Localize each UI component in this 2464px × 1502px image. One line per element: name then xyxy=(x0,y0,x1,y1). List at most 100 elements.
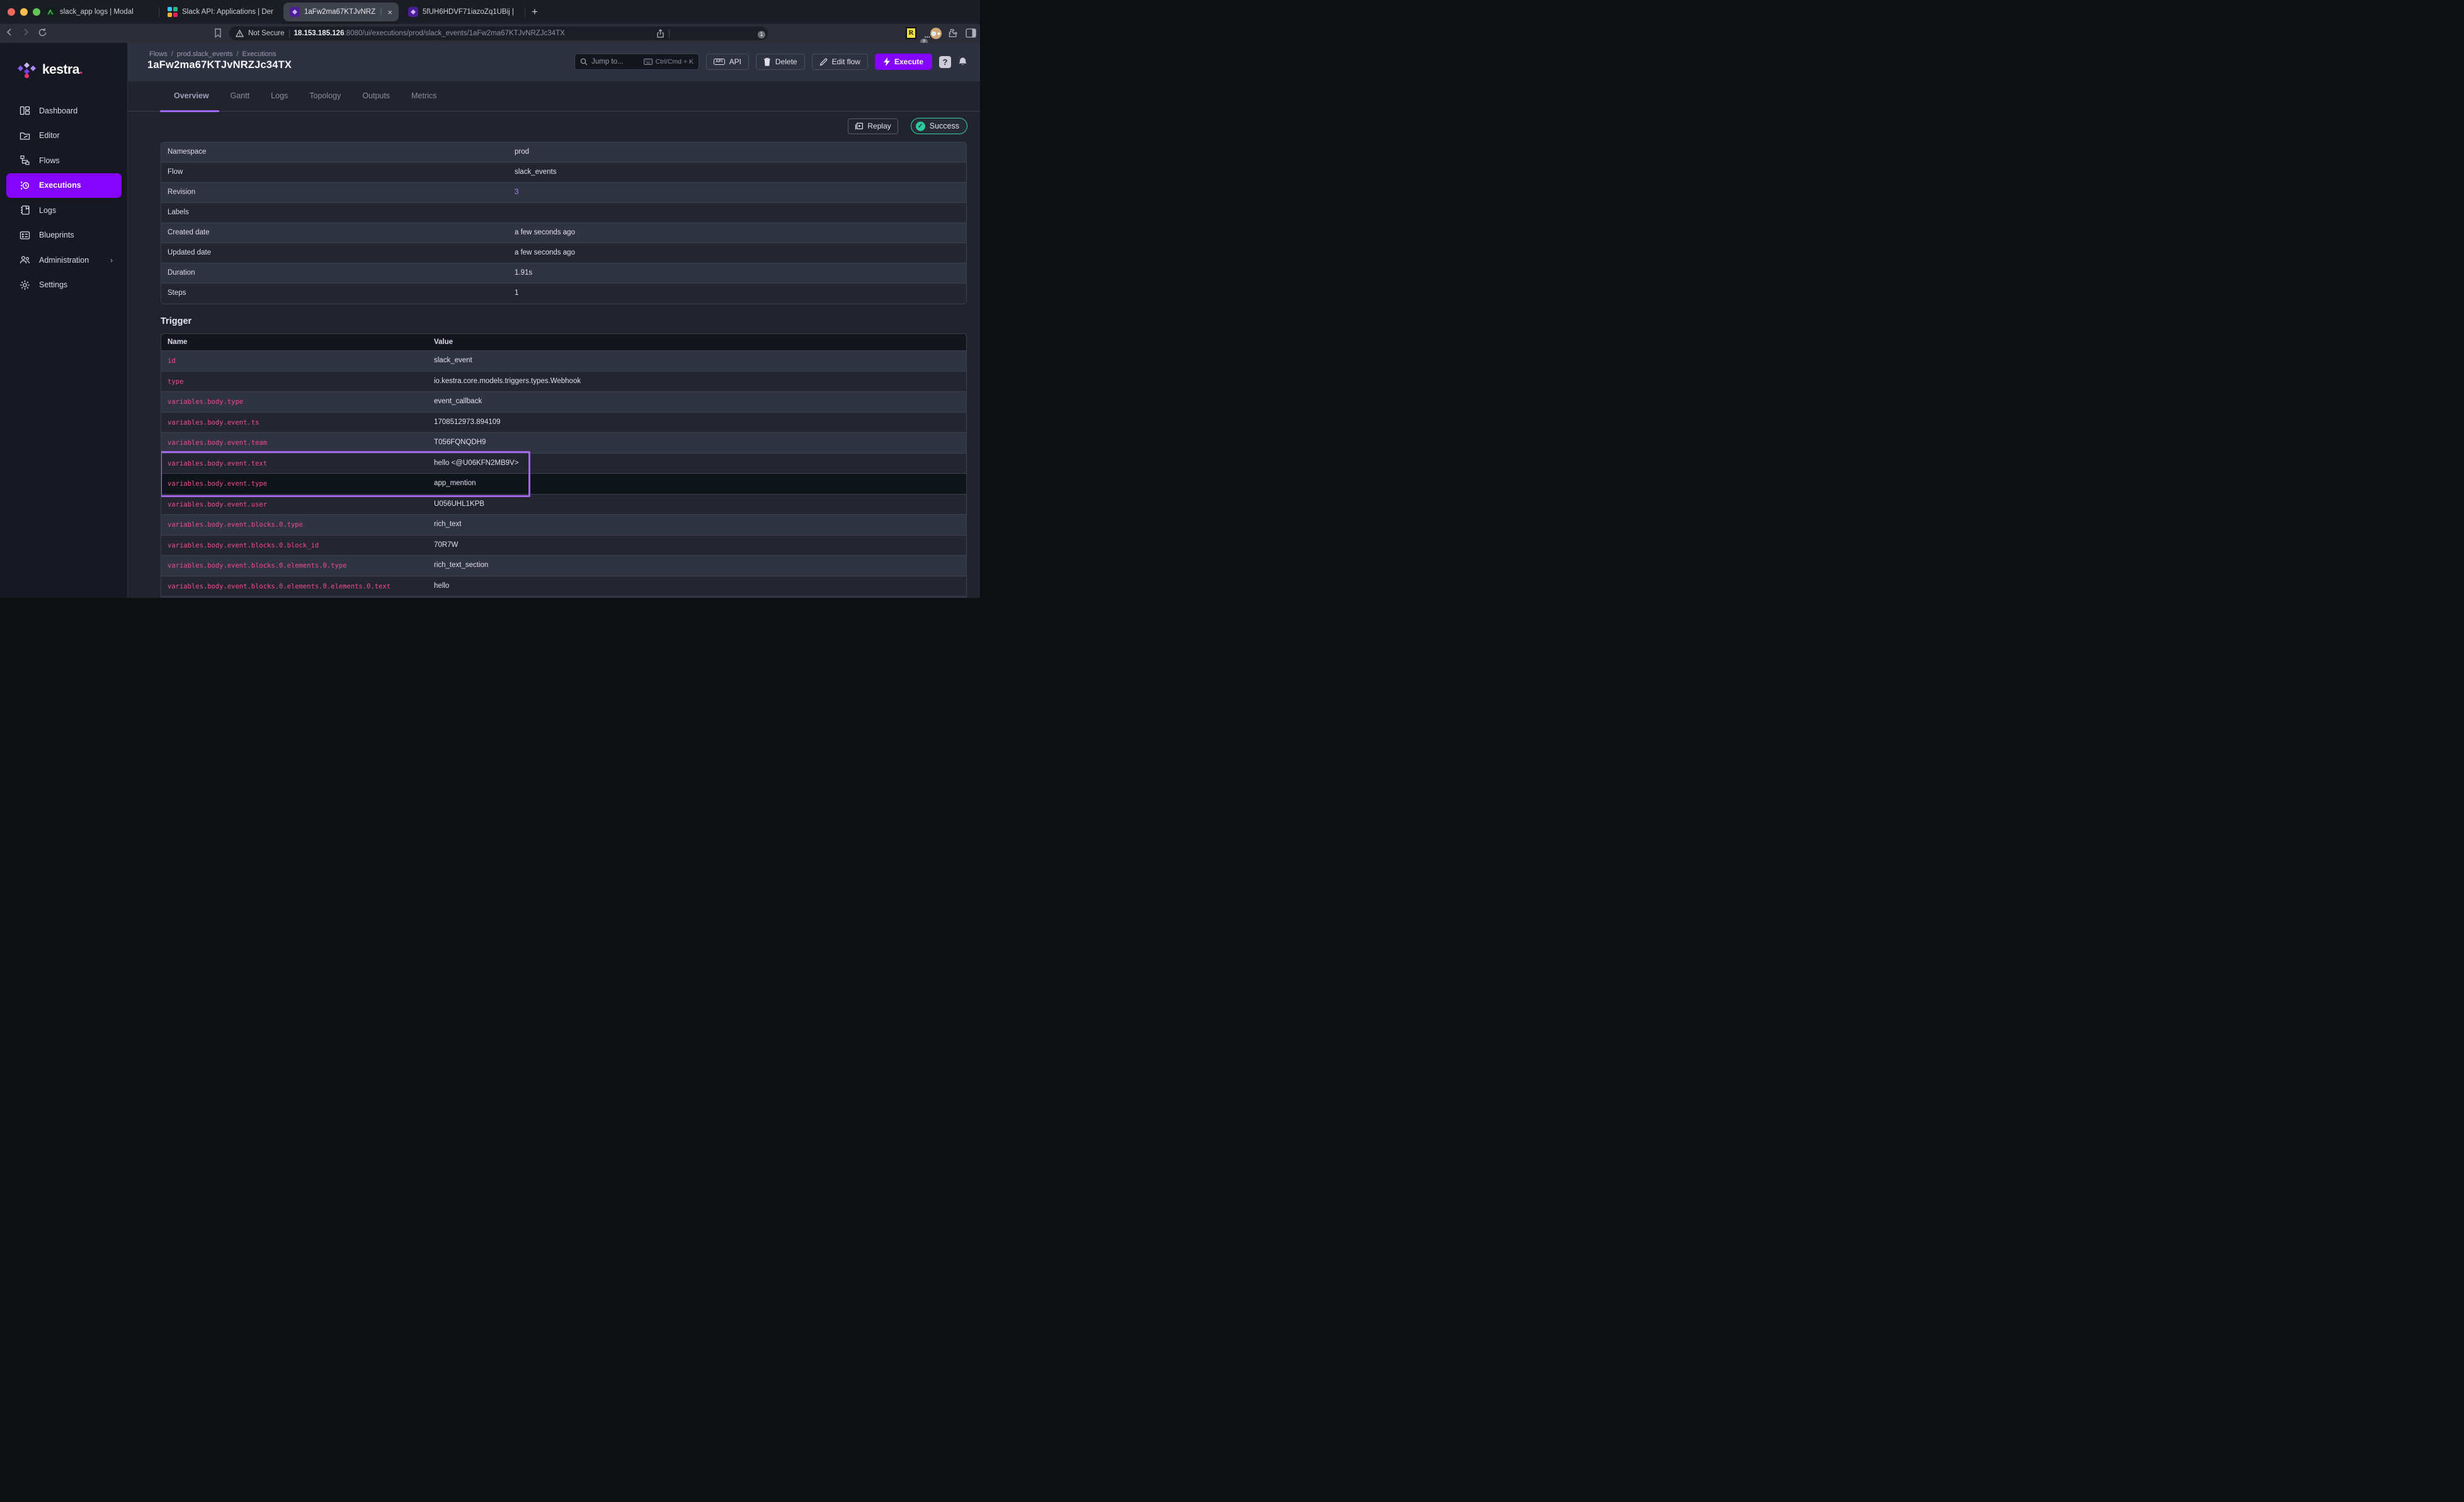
execute-button[interactable]: Execute xyxy=(875,54,932,70)
execution-tabstrip: Overview Gantt Logs Topology Outputs Met… xyxy=(128,81,980,112)
table-row[interactable]: variables.body.event.blocks.0.elements.0… xyxy=(161,556,966,576)
bell-icon[interactable] xyxy=(958,57,967,67)
sidebar-item-label: Administration xyxy=(39,256,89,265)
url-bar[interactable]: Not Secure 18.153.185.126:8080/ui/execut… xyxy=(229,26,768,40)
table-row[interactable]: Flowslack_events xyxy=(161,163,966,183)
tab-overview[interactable]: Overview xyxy=(174,91,209,100)
browser-tab-slack-api[interactable]: Slack API: Applications | Demos S xyxy=(161,3,280,21)
table-row[interactable]: Labels xyxy=(161,203,966,223)
browser-tab-modal[interactable]: slack_app logs | Modal xyxy=(39,3,157,21)
sidebar-toggle-icon[interactable] xyxy=(966,28,976,38)
extension-r-icon[interactable]: R xyxy=(906,27,916,39)
browser-tab-kestra-flow[interactable]: 5fUH6HDVF71iazoZq1UBij | Kestra xyxy=(402,3,523,21)
kestra-favicon xyxy=(290,7,300,17)
breadcrumb-flows[interactable]: Flows xyxy=(149,50,168,58)
not-secure-warning-icon xyxy=(236,30,244,37)
sidebar-item-label: Editor xyxy=(39,131,60,140)
tab-close-icon[interactable]: × xyxy=(386,8,392,17)
table-row[interactable]: idslack_event xyxy=(161,351,966,372)
browser-tab-title: Slack API: Applications | Demos S xyxy=(182,8,273,16)
window-minimize-button[interactable] xyxy=(20,8,28,16)
kestra-logo-icon xyxy=(18,62,37,78)
extensions-cluster: R 2 xyxy=(906,27,976,39)
url-separator xyxy=(289,30,290,38)
kestra-favicon xyxy=(408,7,418,17)
browser-toolbar: Not Secure 18.153.185.126:8080/ui/execut… xyxy=(0,24,980,43)
sidebar-item-blueprints[interactable]: Blueprints xyxy=(0,223,128,248)
executions-icon xyxy=(20,180,30,191)
gear-icon xyxy=(20,280,30,290)
api-button[interactable]: API API xyxy=(706,54,749,70)
delete-button[interactable]: Delete xyxy=(756,54,805,70)
sidebar-item-label: Settings xyxy=(39,280,67,289)
table-row[interactable]: variables.body.event.blocks.0.typerich_t… xyxy=(161,515,966,536)
breadcrumb-executions[interactable]: Executions xyxy=(242,50,277,58)
table-row[interactable]: Duration1.91s xyxy=(161,263,966,284)
table-row[interactable]: Steps1 xyxy=(161,284,966,304)
sidebar-item-editor[interactable]: Editor xyxy=(0,123,128,149)
forward-icon[interactable] xyxy=(21,28,30,37)
share-icon[interactable] xyxy=(656,29,664,38)
table-row[interactable]: variables.body.event.blocks.0.elements.0… xyxy=(161,576,966,597)
sidebar-item-settings[interactable]: Settings xyxy=(0,273,128,298)
kestra-logo[interactable]: kestra. xyxy=(18,62,83,78)
tab-metrics[interactable]: Metrics xyxy=(411,91,436,100)
chevron-right-icon: › xyxy=(110,256,113,265)
extensions-puzzle-icon[interactable] xyxy=(949,28,959,38)
table-row[interactable]: typeio.kestra.core.models.triggers.types… xyxy=(161,372,966,393)
new-tab-button[interactable]: + xyxy=(528,5,542,19)
browser-tab-title: slack_app logs | Modal xyxy=(60,8,134,16)
shortcut-label: Ctrl/Cmd + K xyxy=(656,58,693,66)
table-row-event-type[interactable]: variables.body.event.typeapp_mention xyxy=(161,474,966,495)
tab-outputs[interactable]: Outputs xyxy=(362,91,390,100)
sidebar-nav: Dashboard Editor Flows Executions Logs xyxy=(0,98,128,297)
reload-icon[interactable] xyxy=(38,28,47,37)
sidebar: kestra. Dashboard Editor Flows Executio xyxy=(0,43,128,598)
administration-icon xyxy=(20,255,30,265)
logo-dot: . xyxy=(79,62,83,77)
table-row[interactable]: variables.body.event.teamT056FQNQDH9 xyxy=(161,433,966,454)
sidebar-item-administration[interactable]: Administration › xyxy=(0,248,128,273)
sidebar-item-dashboard[interactable]: Dashboard xyxy=(0,98,128,123)
help-button[interactable]: ? xyxy=(939,56,951,68)
pencil-icon xyxy=(819,58,828,66)
table-row[interactable]: variables.body.event.userU056UHL1KPB xyxy=(161,495,966,515)
breadcrumb: Flows / prod.slack_events / Executions xyxy=(149,50,276,58)
tab-topology[interactable]: Topology xyxy=(309,91,341,100)
tab-gantt[interactable]: Gantt xyxy=(231,91,250,100)
browser-tabbar: slack_app logs | Modal Slack API: Applic… xyxy=(0,0,980,24)
table-row[interactable]: Created datea few seconds ago xyxy=(161,223,966,243)
table-row[interactable]: Revision3 xyxy=(161,183,966,203)
header-actions: Jump to... Ctrl/Cmd + K API API Delete xyxy=(574,54,967,70)
kestra-app: kestra. Dashboard Editor Flows Executio xyxy=(0,43,980,598)
blueprints-icon xyxy=(20,230,30,241)
table-row-event-text[interactable]: variables.body.event.texthello <@U06KFN2… xyxy=(161,454,966,474)
bookmark-icon[interactable] xyxy=(214,28,222,38)
jump-to-search[interactable]: Jump to... Ctrl/Cmd + K xyxy=(574,54,699,70)
status-badge[interactable]: ✓ Success xyxy=(911,118,967,134)
table-row[interactable]: Namespaceprod xyxy=(161,142,966,163)
table-row[interactable]: variables.body.event.ts1708512973.894109 xyxy=(161,413,966,433)
table-row[interactable]: variables.body.event.blocks.0.block_id70… xyxy=(161,536,966,556)
revision-link[interactable]: 3 xyxy=(515,188,518,196)
api-icon: API xyxy=(714,59,725,65)
window-close-button[interactable] xyxy=(8,8,15,16)
sidebar-item-flows[interactable]: Flows xyxy=(0,148,128,173)
tab-logs[interactable]: Logs xyxy=(271,91,288,100)
flows-icon xyxy=(20,155,30,166)
browser-tab-active-execution[interactable]: 1aFw2ma67KTJvNRZJc34TX | × xyxy=(283,3,399,21)
back-icon[interactable] xyxy=(5,28,14,37)
sidebar-item-logs[interactable]: Logs xyxy=(0,198,128,223)
sidebar-item-executions[interactable]: Executions xyxy=(6,173,122,198)
editor-folder-icon xyxy=(20,130,30,141)
replay-button[interactable]: Replay xyxy=(848,118,898,134)
sidebar-item-label: Logs xyxy=(39,206,56,215)
profile-avatar[interactable] xyxy=(930,28,942,39)
table-row[interactable]: Updated datea few seconds ago xyxy=(161,243,966,263)
edit-flow-button[interactable]: Edit flow xyxy=(812,54,868,70)
replay-icon xyxy=(855,122,863,130)
modal-favicon xyxy=(45,7,55,17)
breadcrumb-namespace-flow[interactable]: prod.slack_events xyxy=(177,50,233,58)
table-row[interactable]: variables.body.typeevent_callback xyxy=(161,392,966,413)
trigger-section-heading: Trigger xyxy=(161,316,191,326)
